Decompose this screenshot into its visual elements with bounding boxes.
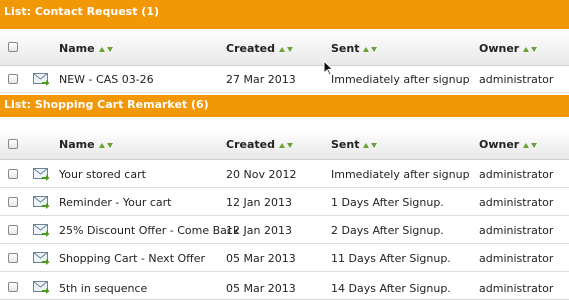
row-checkbox[interactable] xyxy=(8,197,18,207)
row-created: 27 Mar 2013 xyxy=(226,73,296,86)
row-checkbox[interactable] xyxy=(8,225,18,235)
email-send-icon xyxy=(33,281,50,294)
sort-arrows-icon[interactable] xyxy=(278,42,295,55)
row-created: 20 Nov 2012 xyxy=(226,168,297,181)
row-checkbox[interactable] xyxy=(8,169,18,179)
sort-arrows-icon[interactable] xyxy=(98,138,115,151)
sort-arrows-icon[interactable] xyxy=(363,42,379,55)
row-checkbox[interactable] xyxy=(8,253,18,263)
email-send-icon xyxy=(33,168,50,181)
sort-arrows-icon[interactable] xyxy=(98,42,115,55)
row-name[interactable]: 25% Discount Offer - Come Back xyxy=(59,224,239,237)
column-header-row: Name Created Sent Owner xyxy=(0,130,569,160)
row-sent: 2 Days After Signup. xyxy=(331,224,444,237)
row-name[interactable]: Your stored cart xyxy=(59,168,146,181)
column-sent-header[interactable]: Sent xyxy=(331,42,379,55)
email-send-icon xyxy=(33,252,50,265)
table-row[interactable]: Shopping Cart - Next Offer 05 Mar 2013 1… xyxy=(0,244,569,272)
column-header-row: Name Created Sent Owner xyxy=(0,29,569,66)
list-title: List: Shopping Cart Remarket (6) xyxy=(4,98,209,111)
row-sent: Immediately after signup xyxy=(331,73,470,86)
list-header-shopping-cart-remarket[interactable]: List: Shopping Cart Remarket (6) xyxy=(0,95,569,117)
mouse-pointer-icon xyxy=(323,60,334,76)
row-owner: administrator xyxy=(479,224,554,237)
row-checkbox[interactable] xyxy=(8,282,18,292)
row-owner: administrator xyxy=(479,168,554,181)
column-owner-header[interactable]: Owner xyxy=(479,138,539,151)
select-all-checkbox[interactable] xyxy=(8,139,18,149)
column-owner-header[interactable]: Owner xyxy=(479,42,539,55)
sort-arrows-icon[interactable] xyxy=(523,42,539,55)
email-send-icon xyxy=(33,224,50,237)
email-send-icon xyxy=(33,196,50,209)
table-row[interactable]: 25% Discount Offer - Come Back 12 Jan 20… xyxy=(0,216,569,244)
list-header-contact-request[interactable]: List: Contact Request (1) xyxy=(0,0,569,29)
list-title: List: Contact Request (1) xyxy=(4,5,160,18)
row-owner: administrator xyxy=(479,196,554,209)
column-created-header[interactable]: Created xyxy=(226,42,295,55)
select-all-checkbox[interactable] xyxy=(8,42,18,52)
row-name[interactable]: Shopping Cart - Next Offer xyxy=(59,252,205,265)
row-name[interactable]: Reminder - Your cart xyxy=(59,196,172,209)
sort-arrows-icon[interactable] xyxy=(278,138,295,151)
row-name[interactable]: NEW - CAS 03-26 xyxy=(59,73,154,86)
row-created: 12 Jan 2013 xyxy=(226,224,292,237)
email-send-icon xyxy=(33,73,50,86)
sort-arrows-icon[interactable] xyxy=(363,138,379,151)
row-sent: 14 Days After Signup. xyxy=(331,282,451,295)
column-created-header[interactable]: Created xyxy=(226,138,295,151)
row-checkbox[interactable] xyxy=(8,74,18,84)
table-row[interactable]: NEW - CAS 03-26 27 Mar 2013 Immediately … xyxy=(0,66,569,93)
table-row[interactable]: Reminder - Your cart 12 Jan 2013 1 Days … xyxy=(0,188,569,216)
row-sent: 11 Days After Signup. xyxy=(331,252,451,265)
table-row[interactable]: Your stored cart 20 Nov 2012 Immediately… xyxy=(0,161,569,188)
row-created: 05 Mar 2013 xyxy=(226,282,296,295)
row-sent: 1 Days After Signup. xyxy=(331,196,444,209)
row-created: 12 Jan 2013 xyxy=(226,196,292,209)
row-owner: administrator xyxy=(479,73,554,86)
row-sent: Immediately after signup xyxy=(331,168,470,181)
row-owner: administrator xyxy=(479,282,554,295)
row-name[interactable]: 5th in sequence xyxy=(59,282,147,295)
column-name-header[interactable]: Name xyxy=(59,42,115,55)
column-sent-header[interactable]: Sent xyxy=(331,138,379,151)
row-owner: administrator xyxy=(479,252,554,265)
column-name-header[interactable]: Name xyxy=(59,138,115,151)
sort-arrows-icon[interactable] xyxy=(523,138,539,151)
row-created: 05 Mar 2013 xyxy=(226,252,296,265)
